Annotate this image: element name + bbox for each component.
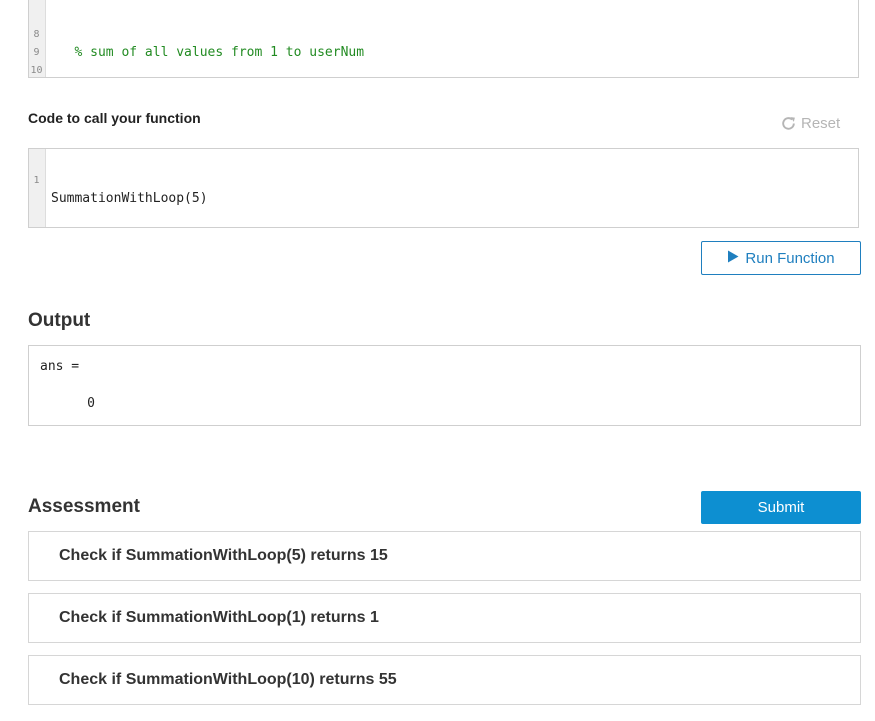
call-code-label: Code to call your function xyxy=(28,110,201,126)
code-text: SummationWithLoop(5) xyxy=(51,191,208,206)
output-line: ans = xyxy=(40,359,80,374)
output-title: Output xyxy=(28,310,91,331)
check-label: Check if SummationWithLoop(5) returns 15 xyxy=(59,547,388,564)
run-function-button[interactable]: Run Function xyxy=(701,241,861,275)
call-code-editor[interactable]: 1 SummationWithLoop(5) xyxy=(28,148,859,228)
line-number: 1 xyxy=(33,175,40,186)
code-line: 10 end xyxy=(29,44,858,76)
reset-button[interactable]: Reset xyxy=(780,115,840,132)
check-label: Check if SummationWithLoop(1) returns 1 xyxy=(59,609,379,626)
code-line: 1 SummationWithLoop(5) xyxy=(29,154,858,206)
assessment-title: Assessment xyxy=(28,496,140,517)
submit-button[interactable]: Submit xyxy=(701,491,861,524)
assessment-check-item[interactable]: Check if SummationWithLoop(10) returns 5… xyxy=(28,655,861,705)
function-code-editor[interactable]: 8 % sum of all values from 1 to userNum … xyxy=(28,0,859,78)
check-label: Check if SummationWithLoop(10) returns 5… xyxy=(59,671,397,688)
assessment-check-item[interactable]: Check if SummationWithLoop(5) returns 15 xyxy=(28,531,861,581)
code-line: 9 xyxy=(29,26,858,58)
assessment-check-item[interactable]: Check if SummationWithLoop(1) returns 1 xyxy=(28,593,861,643)
output-line: 0 xyxy=(48,396,95,411)
reset-label: Reset xyxy=(801,115,841,132)
run-function-label: Run Function xyxy=(745,249,835,267)
refresh-icon xyxy=(780,115,797,132)
output-console: ans = 0 xyxy=(28,345,861,426)
page: 8 % sum of all values from 1 to userNum … xyxy=(0,0,875,721)
play-icon xyxy=(727,250,739,267)
code-line: 11 xyxy=(29,62,858,77)
code-line: 8 % sum of all values from 1 to userNum xyxy=(29,8,858,60)
